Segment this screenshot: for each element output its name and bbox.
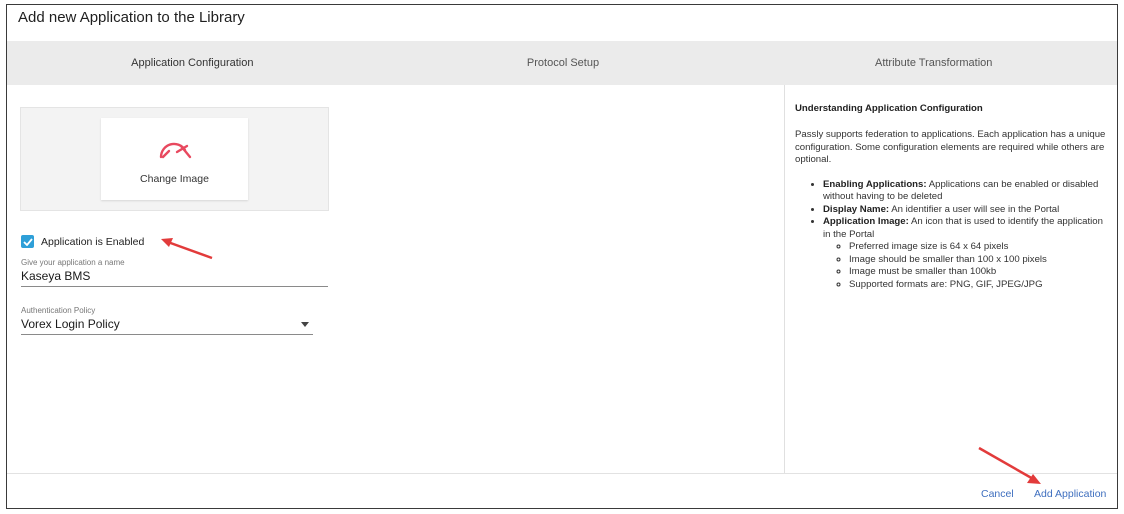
chevron-down-icon[interactable] [301,321,309,327]
cancel-button[interactable]: Cancel [981,488,1014,500]
application-name-input[interactable]: Kaseya BMS [21,269,328,287]
dialog-footer: Cancel Add Application [7,473,1117,508]
help-intro: Passly supports federation to applicatio… [795,129,1106,166]
application-name-value: Kaseya BMS [21,269,91,283]
list-item: Preferred image size is 64 x 64 pixels [849,241,1109,253]
list-item: Supported formats are: PNG, GIF, JPEG/JP… [849,279,1109,291]
checkbox-checked-icon[interactable] [21,235,34,248]
step-attribute-transformation[interactable]: Attribute Transformation [748,41,1117,85]
application-name-label: Give your application a name [21,258,125,267]
authentication-policy-select[interactable]: Authentication Policy Vorex Login Policy [21,306,313,335]
add-application-dialog: Add new Application to the Library Appli… [6,4,1118,509]
application-name-field[interactable]: Give your application a name Kaseya BMS [21,258,328,287]
step-application-configuration[interactable]: Application Configuration [7,41,378,85]
change-image-button[interactable]: Change Image [101,118,248,200]
list-item: Image must be smaller than 100kb [849,266,1109,278]
help-title: Understanding Application Configuration [795,103,983,114]
list-item: Application Image: An icon that is used … [823,216,1109,291]
step-protocol-setup[interactable]: Protocol Setup [378,41,749,85]
authentication-policy-dropdown[interactable]: Vorex Login Policy [21,317,313,335]
list-item: Image should be smaller than 100 x 100 p… [849,254,1109,266]
help-panel: Understanding Application Configuration … [784,85,1117,473]
change-image-label: Change Image [140,173,209,185]
list-item: Display Name: An identifier a user will … [823,204,1109,216]
stepper: Application Configuration Protocol Setup… [7,41,1117,85]
gauge-icon [157,140,193,165]
application-enabled-label: Application is Enabled [41,235,145,248]
list-item: Enabling Applications: Applications can … [823,179,1109,204]
authentication-policy-label: Authentication Policy [21,306,96,315]
configuration-form: Change Image Application is Enabled Give… [7,85,784,473]
application-enabled-checkbox[interactable]: Application is Enabled [21,235,144,248]
help-sublist: Preferred image size is 64 x 64 pixels I… [849,241,1109,291]
help-list: Enabling Applications: Applications can … [823,179,1109,291]
dialog-title: Add new Application to the Library [18,9,245,26]
add-application-button[interactable]: Add Application [1034,488,1106,500]
image-picker-area: Change Image [20,107,329,211]
authentication-policy-value: Vorex Login Policy [21,317,120,331]
